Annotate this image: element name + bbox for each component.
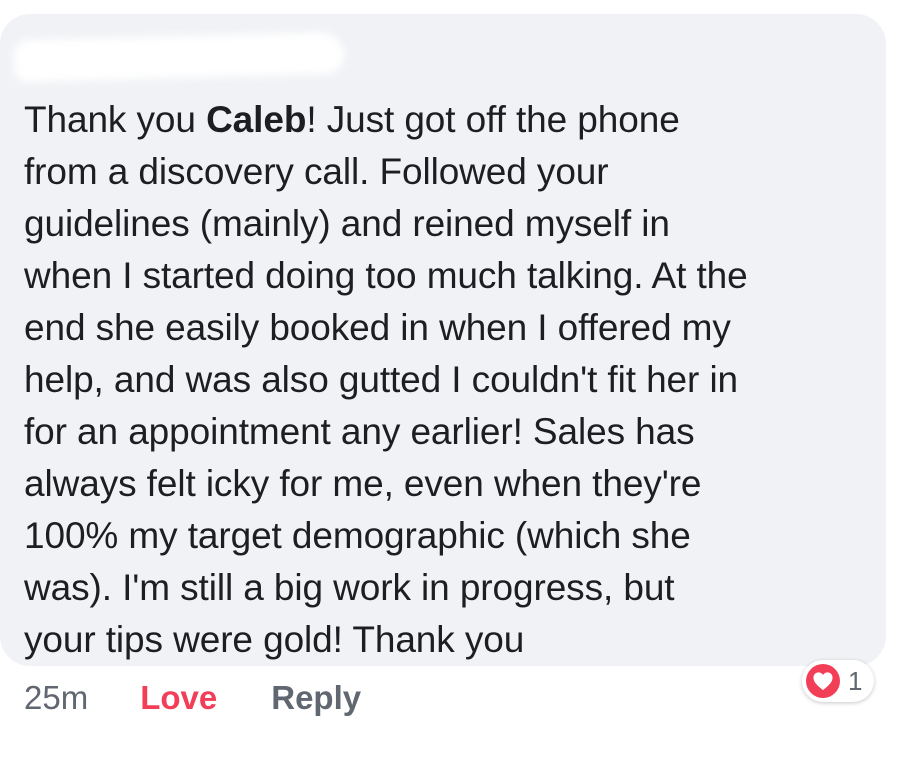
reply-button[interactable]: Reply <box>271 679 361 717</box>
comment-line-text: ! Just got off the phone <box>306 99 680 140</box>
comment-line: always felt icky for me, even when they'… <box>24 463 702 504</box>
comment-line: from a discovery call. Followed your <box>24 151 609 192</box>
mention-link[interactable]: Caleb <box>206 99 306 140</box>
comment-line: end she easily booked in when I offered … <box>24 307 731 348</box>
comment-actions: 25m Love Reply <box>24 676 361 720</box>
love-reaction-button[interactable]: Love <box>140 679 217 717</box>
author-name-redacted <box>13 31 345 83</box>
comment-text-prefix: Thank you <box>24 99 207 140</box>
comment-line: guidelines (mainly) and reined myself in <box>24 203 670 244</box>
comment-line: for an appointment any earlier! Sales ha… <box>24 411 695 452</box>
comment-timestamp[interactable]: 25m <box>24 679 88 717</box>
comment-bubble: Thank you Caleb! Just got off the phone … <box>0 14 886 666</box>
reaction-summary[interactable]: 1 <box>802 660 875 702</box>
comment-line: your tips were gold! Thank you <box>24 619 525 660</box>
comment-line: 100% my target demographic (which she <box>24 515 691 556</box>
comment-line: help, and was also gutted I couldn't fit… <box>24 359 739 400</box>
love-heart-icon <box>806 664 840 698</box>
comment-text: Thank you Caleb! Just got off the phone … <box>24 94 874 666</box>
comment-line: when I started doing too much talking. A… <box>24 255 748 296</box>
reaction-count: 1 <box>848 665 863 696</box>
comment-line: Thank you Caleb! Just got off the phone <box>24 94 874 146</box>
comment-line: was). I'm still a big work in progress, … <box>24 567 675 608</box>
